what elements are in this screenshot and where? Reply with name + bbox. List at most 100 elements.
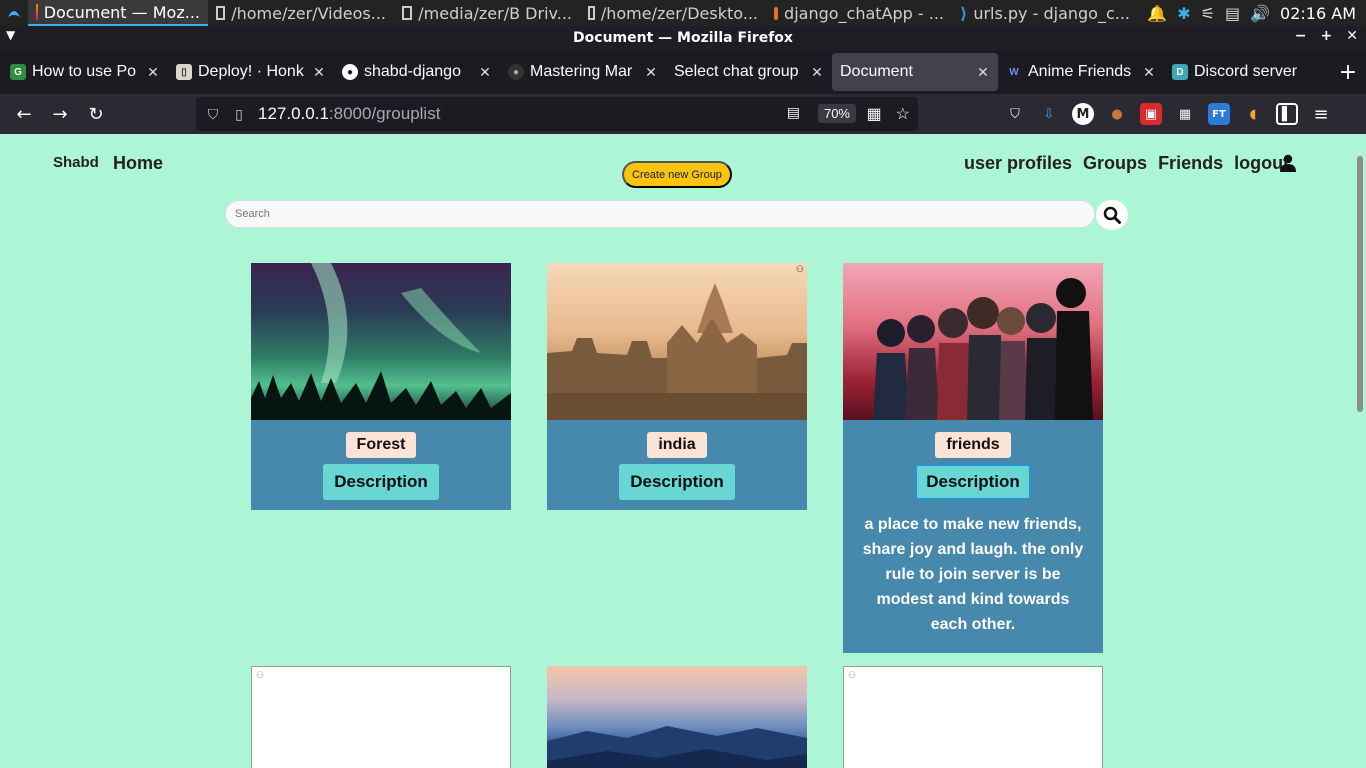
bluetooth-icon[interactable]: ✱ bbox=[1177, 4, 1190, 23]
description-button[interactable]: Description bbox=[323, 464, 439, 500]
tab-how-to-use[interactable]: G How to use Po ✕ bbox=[2, 53, 168, 91]
task-vscode-urls[interactable]: ⟩ urls.py - django_c... bbox=[952, 0, 1138, 26]
web-page: Shabd Home Create new Group user profile… bbox=[0, 134, 1366, 768]
ft-extension-icon[interactable]: FT bbox=[1208, 103, 1230, 125]
group-image-aurora[interactable] bbox=[251, 263, 511, 420]
task-desktop-folder[interactable]: /home/zer/Deskto... bbox=[580, 0, 766, 26]
page-icon: ▯ bbox=[235, 105, 243, 122]
site-nav: user profiles Groups Friends logout bbox=[964, 153, 1289, 174]
pocket-icon[interactable]: ⛉ bbox=[1004, 103, 1026, 125]
create-group-button[interactable]: Create new Group bbox=[622, 161, 732, 188]
egg-extension-icon[interactable]: ◖ bbox=[1242, 103, 1264, 125]
w-icon: W bbox=[1009, 66, 1019, 78]
grid-extension-icon[interactable]: ▦ bbox=[1174, 103, 1196, 125]
url-path: :8000/grouplist bbox=[328, 104, 441, 123]
task-django-chatapp[interactable]: django_chatApp - ... bbox=[766, 0, 952, 26]
cookie-icon[interactable]: ● bbox=[1106, 103, 1128, 125]
zoom-level[interactable]: 70% bbox=[817, 104, 856, 123]
group-name: india bbox=[647, 432, 707, 458]
folder-edit-icon bbox=[402, 6, 413, 20]
lock-extension-icon[interactable]: ▣ bbox=[1140, 103, 1162, 125]
task-videos-folder[interactable]: /home/zer/Videos... bbox=[208, 0, 394, 26]
shield-icon[interactable]: ⛉ bbox=[200, 106, 226, 123]
nav-user-profiles[interactable]: user profiles bbox=[964, 153, 1072, 174]
description-button[interactable]: Description bbox=[915, 464, 1031, 500]
tab-close-icon[interactable]: ✕ bbox=[976, 64, 990, 81]
gfg-icon: G bbox=[10, 64, 26, 80]
qr-code-icon[interactable]: ▦ bbox=[867, 104, 882, 124]
clipboard-icon[interactable]: ▤ bbox=[1225, 4, 1240, 23]
minimize-icon[interactable]: − bbox=[1295, 28, 1307, 44]
window-menu-icon[interactable]: ▼ bbox=[6, 28, 15, 42]
maximize-icon[interactable]: + bbox=[1321, 28, 1333, 44]
search-button[interactable] bbox=[1096, 200, 1128, 230]
site-brand[interactable]: Shabd bbox=[53, 154, 99, 171]
nav-groups[interactable]: Groups bbox=[1083, 153, 1147, 174]
forward-icon[interactable]: → bbox=[42, 98, 78, 130]
url-host: 127.0.0.1 bbox=[258, 104, 329, 123]
m-extension-icon[interactable]: M bbox=[1072, 103, 1094, 125]
broken-image-icon: ⚇ bbox=[795, 264, 804, 274]
group-image-anime-friends[interactable] bbox=[843, 263, 1103, 420]
tab-document[interactable]: Document ✕ bbox=[832, 53, 998, 91]
bookmark-star-icon[interactable]: ☆ bbox=[896, 104, 910, 124]
page-scrollbar[interactable] bbox=[1354, 134, 1366, 768]
group-card-broken-image[interactable]: ⚇ bbox=[251, 666, 511, 768]
clock[interactable]: 02:16 AM bbox=[1280, 4, 1356, 23]
tab-close-icon[interactable]: ✕ bbox=[1142, 64, 1156, 81]
back-icon[interactable]: ← bbox=[6, 98, 42, 130]
scrollbar-thumb[interactable] bbox=[1357, 156, 1363, 412]
tab-mastering-markdown[interactable]: ● Mastering Mar ✕ bbox=[500, 53, 666, 91]
nav-friends[interactable]: Friends bbox=[1158, 153, 1223, 174]
user-icon[interactable] bbox=[1280, 154, 1296, 172]
nav-toolbar: ← → ↻ ⛉ ▯ 127.0.0.1:8000/grouplist ▤ 70%… bbox=[0, 94, 1366, 134]
url-bar[interactable]: ⛉ ▯ 127.0.0.1:8000/grouplist ▤ 70% ▦ ☆ bbox=[196, 97, 918, 131]
description-button[interactable]: Description bbox=[619, 464, 735, 500]
search-input[interactable] bbox=[225, 200, 1095, 228]
group-image-temple[interactable]: ⚇ bbox=[547, 263, 807, 420]
group-name: Forest bbox=[345, 432, 417, 458]
sidebar-icon[interactable]: ▌ bbox=[1276, 103, 1298, 125]
start-menu-icon[interactable] bbox=[0, 0, 28, 26]
discord-icon: D bbox=[1172, 64, 1188, 80]
firefox-icon bbox=[36, 4, 38, 20]
vscode-icon: ⟩ bbox=[960, 3, 968, 23]
close-window-icon[interactable]: ✕ bbox=[1346, 28, 1358, 44]
tab-close-icon[interactable]: ✕ bbox=[312, 64, 326, 81]
group-image-mountains[interactable] bbox=[547, 666, 807, 768]
window-titlebar: ▼ Document — Mozilla Firefox − + ✕ bbox=[0, 26, 1366, 50]
extension-toolbar: ⛉ ⇩ M ● ▣ ▦ FT ◖ ▌ ≡ bbox=[1004, 94, 1332, 134]
group-card-friends: friends Description a place to make new … bbox=[843, 263, 1103, 653]
tab-strip: G How to use Po ✕ ▯ Deploy! · Honk ✕ ● s… bbox=[0, 50, 1366, 94]
github-icon: ● bbox=[342, 64, 358, 80]
group-description: a place to make new friends, share joy a… bbox=[862, 516, 1084, 633]
broken-image-icon: ⚇ bbox=[848, 670, 857, 680]
group-name: friends bbox=[935, 432, 1011, 458]
download-icon[interactable]: ⇩ bbox=[1038, 103, 1060, 125]
tab-select-chat-group[interactable]: Select chat group ✕ bbox=[666, 53, 832, 91]
new-tab-button[interactable]: + bbox=[1330, 60, 1366, 85]
tab-close-icon[interactable]: ✕ bbox=[810, 64, 824, 81]
folder-icon bbox=[774, 6, 779, 20]
home-link[interactable]: Home bbox=[113, 153, 163, 174]
tab-close-icon[interactable]: ✕ bbox=[644, 64, 658, 81]
reload-icon[interactable]: ↻ bbox=[78, 98, 114, 130]
tab-discord-server[interactable]: D Discord server bbox=[1164, 53, 1330, 91]
task-bdrive-folder[interactable]: /media/zer/B Driv... bbox=[394, 0, 580, 26]
volume-icon[interactable]: 🔊 bbox=[1250, 4, 1270, 23]
tab-close-icon[interactable]: ✕ bbox=[478, 64, 492, 81]
broken-image-icon: ⚇ bbox=[256, 670, 265, 680]
group-card-broken-image[interactable]: ⚇ bbox=[843, 666, 1103, 768]
tab-deploy-honk[interactable]: ▯ Deploy! · Honk ✕ bbox=[168, 53, 334, 91]
menu-hamburger-icon[interactable]: ≡ bbox=[1310, 103, 1332, 125]
github-icon: ● bbox=[508, 64, 524, 80]
task-firefox[interactable]: Document — Moz... bbox=[28, 0, 208, 26]
network-icon[interactable]: ⚟ bbox=[1201, 4, 1215, 23]
tab-close-icon[interactable]: ✕ bbox=[146, 64, 160, 81]
reader-view-icon[interactable]: ▤ bbox=[787, 104, 800, 121]
tab-shabd-django[interactable]: ● shabd-django ✕ bbox=[334, 53, 500, 91]
tab-anime-friends[interactable]: W Anime Friends ✕ bbox=[998, 53, 1164, 91]
friends-card-body: friends Description a place to make new … bbox=[843, 420, 1103, 653]
group-card-forest: Forest Description bbox=[251, 263, 511, 510]
notification-bell-icon[interactable]: 🔔 bbox=[1147, 4, 1167, 23]
